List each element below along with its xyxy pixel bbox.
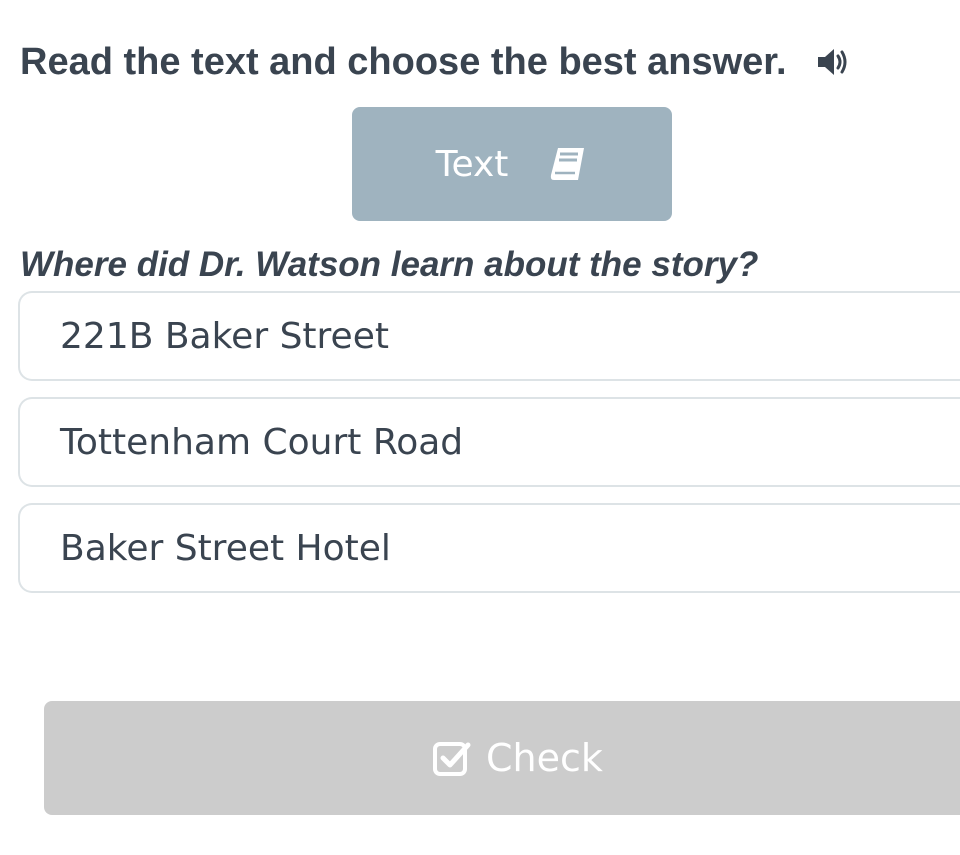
book-icon bbox=[548, 144, 588, 184]
question-text: Where did Dr. Watson learn about the sto… bbox=[20, 245, 759, 284]
answer-option-label: Tottenham Court Road bbox=[60, 421, 464, 463]
answer-option-label: Baker Street Hotel bbox=[60, 527, 391, 569]
answer-option-label: 221B Baker Street bbox=[60, 315, 389, 357]
instruction-text: Read the text and choose the best answer… bbox=[20, 41, 787, 83]
exercise-page: Read the text and choose the best answer… bbox=[0, 0, 960, 855]
checkbox-icon bbox=[432, 738, 472, 778]
answer-option-3[interactable]: Baker Street Hotel bbox=[18, 503, 960, 593]
check-button-label: Check bbox=[486, 736, 603, 780]
instruction-row: Read the text and choose the best answer… bbox=[20, 38, 853, 86]
text-button[interactable]: Text bbox=[352, 107, 672, 221]
check-button[interactable]: Check bbox=[44, 701, 960, 815]
answer-option-1[interactable]: 221B Baker Street bbox=[18, 291, 960, 381]
speaker-icon[interactable] bbox=[813, 42, 853, 82]
answer-option-2[interactable]: Tottenham Court Road bbox=[18, 397, 960, 487]
text-button-label: Text bbox=[435, 143, 509, 185]
